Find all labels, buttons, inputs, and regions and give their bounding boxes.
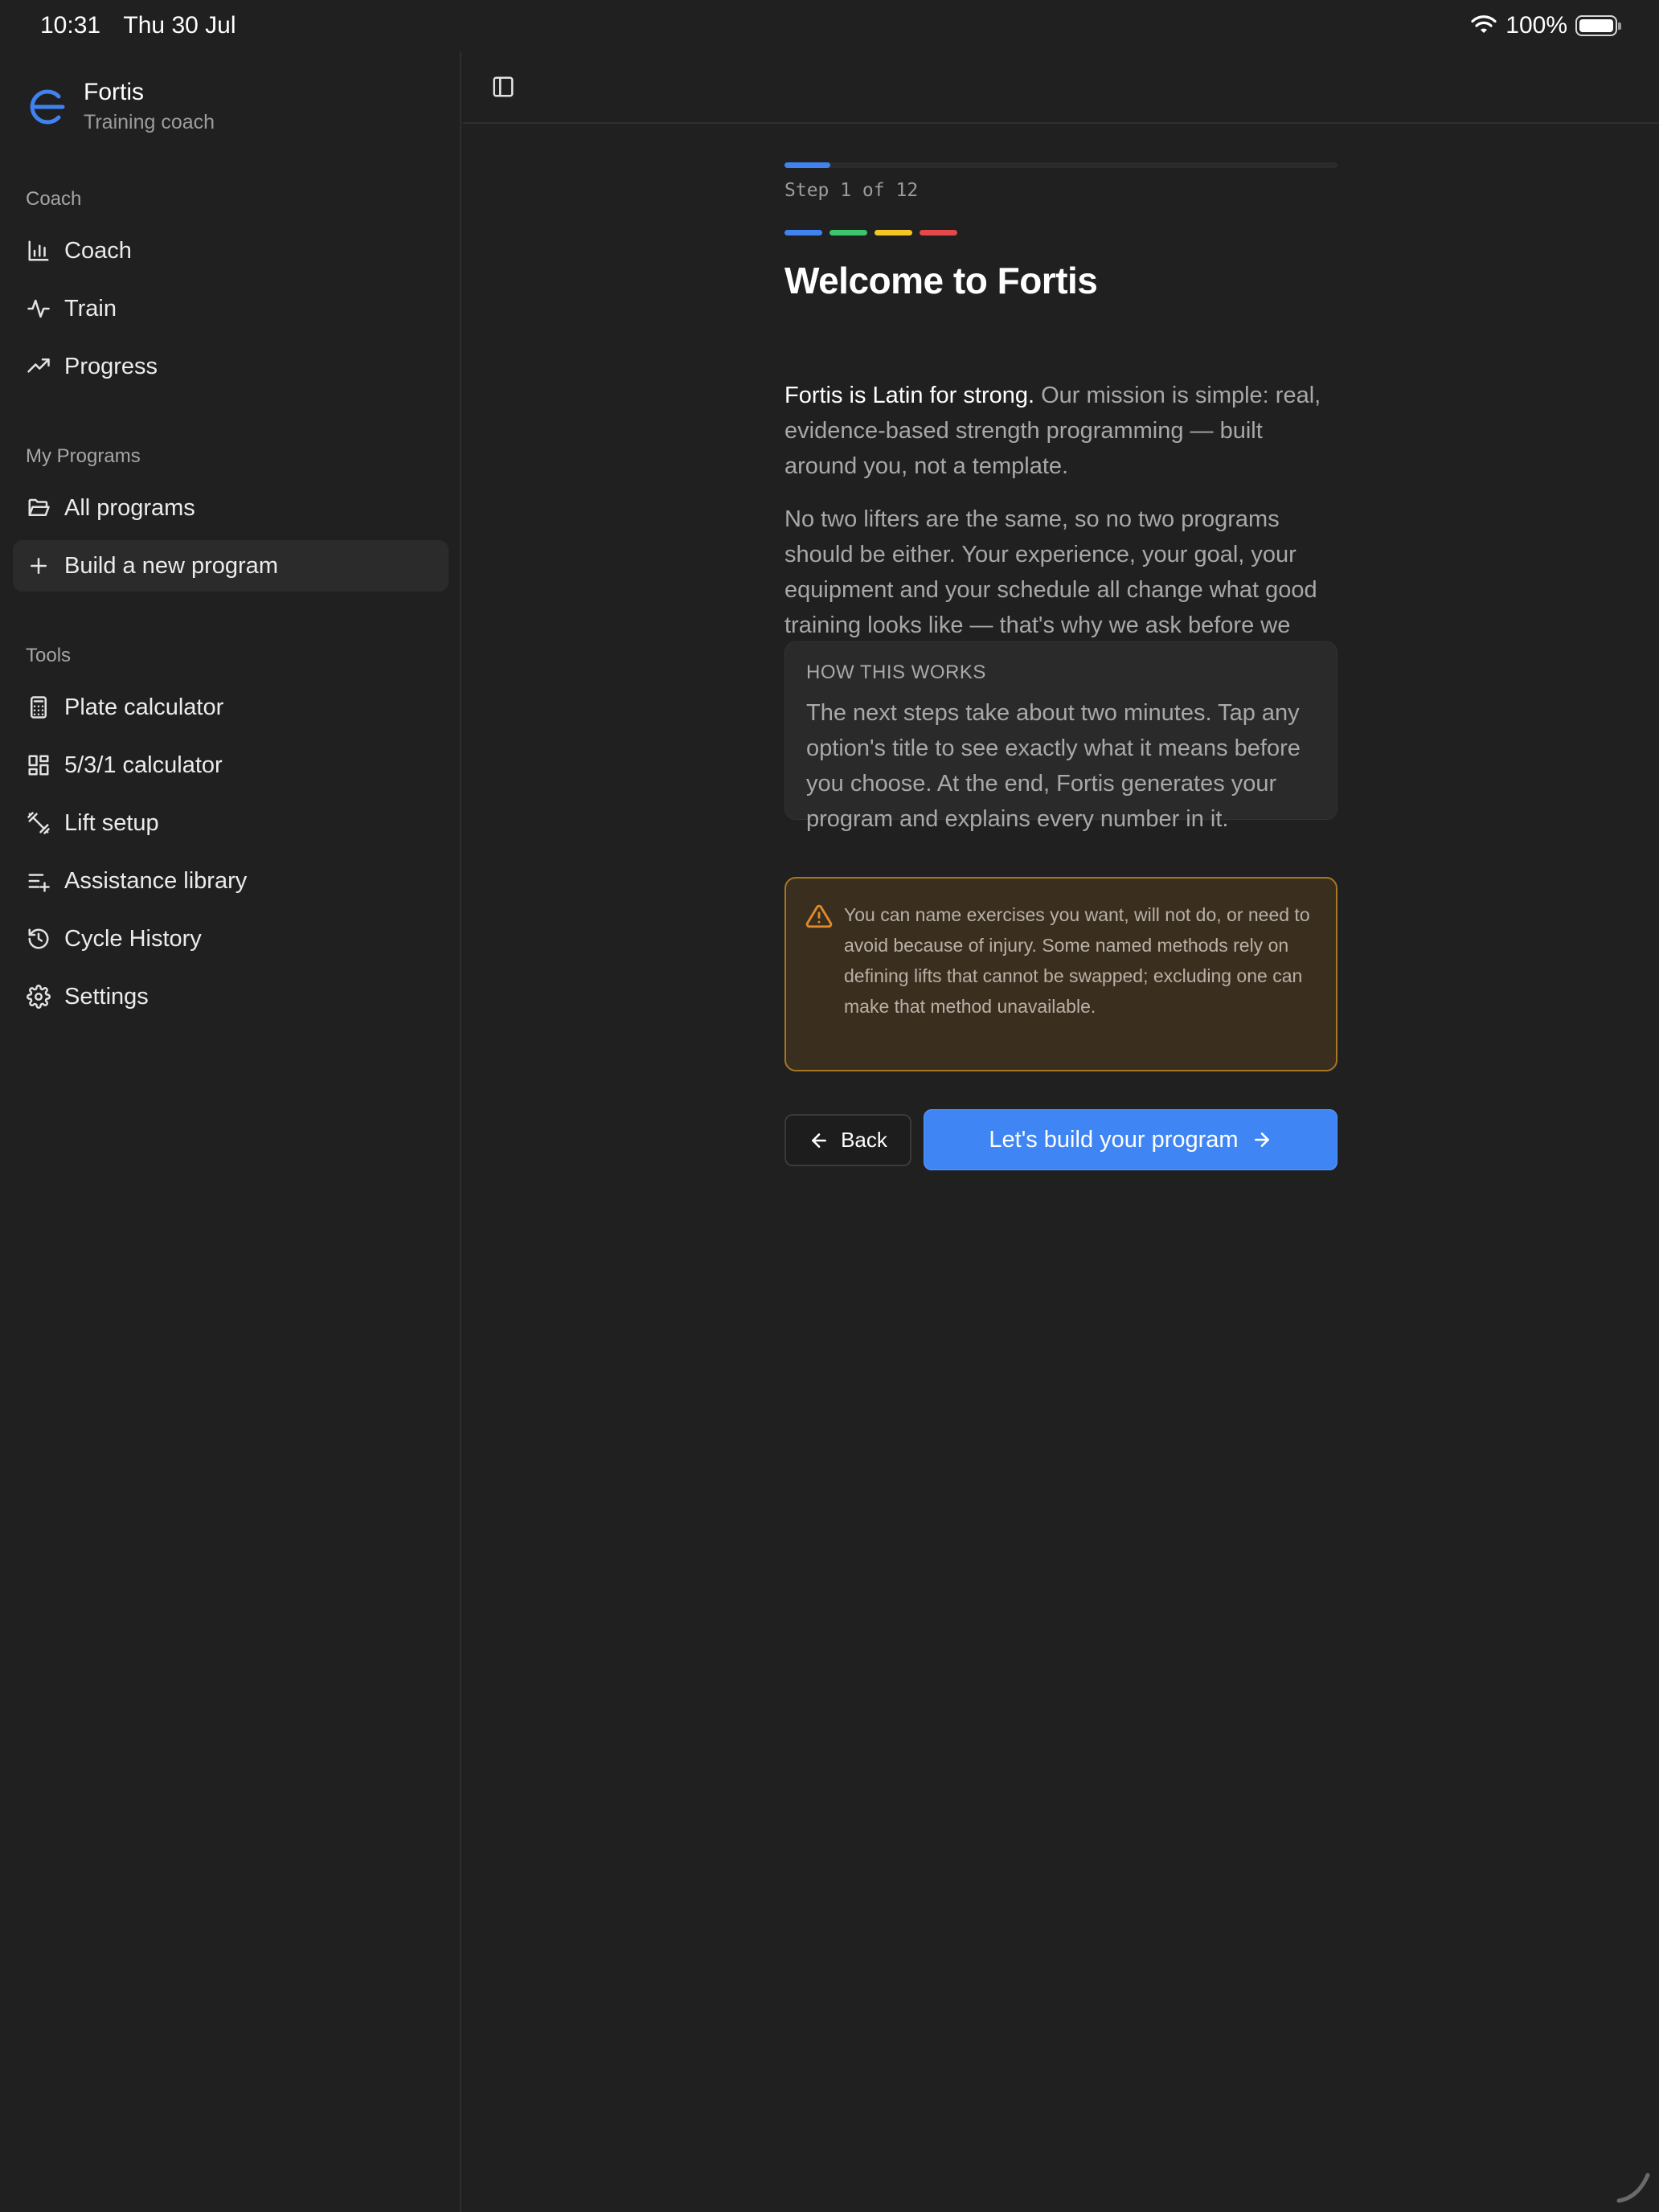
calculator-icon [26, 694, 51, 720]
wifi-icon [1471, 15, 1497, 33]
dashboard-icon [26, 752, 51, 778]
color-dots [784, 230, 957, 236]
intro-strong: Fortis is Latin for strong. [784, 383, 1035, 408]
color-dot [875, 230, 912, 236]
sidebar-item-label: Plate calculator [64, 694, 224, 720]
brand-subtitle: Training coach [84, 111, 215, 133]
arrow-left-icon [812, 1133, 826, 1148]
warning-text: You can name exercises you want, will no… [844, 904, 1310, 1017]
section-label-my-programs: My Programs [26, 445, 141, 467]
sidebar-item-assistance-library[interactable]: Assistance library [13, 855, 449, 907]
folder-open-icon [26, 495, 51, 521]
sidebar: Fortis Training coach Coach Coach Train … [0, 51, 461, 2212]
intro-paragraph: Fortis is Latin for strong. Our mission … [784, 378, 1337, 484]
sidebar-item-label: All programs [64, 494, 195, 521]
loading-arc-icon [1616, 2173, 1650, 2203]
sidebar-item-label: Coach [64, 237, 132, 264]
sidebar-item-label: 5/3/1 calculator [64, 752, 223, 778]
sidebar-item-label: Cycle History [64, 925, 202, 952]
fortis-logo-icon [30, 89, 65, 124]
trending-up-icon [26, 354, 51, 379]
battery-icon [1575, 15, 1621, 36]
sidebar-toggle-button[interactable] [485, 69, 521, 104]
back-button[interactable]: Back [784, 1114, 911, 1166]
brand[interactable]: Fortis Training coach [26, 79, 215, 134]
sidebar-item-label: Train [64, 295, 117, 322]
exercise-warning-box: You can name exercises you want, will no… [784, 877, 1337, 1071]
color-dot [784, 230, 822, 236]
color-dot [920, 230, 957, 236]
step-progress-fill [784, 162, 831, 168]
back-button-label: Back [841, 1128, 887, 1152]
color-dot [830, 230, 867, 236]
page-title: Welcome to Fortis [784, 260, 1098, 301]
section-label-tools: Tools [26, 645, 72, 666]
step-progress-bar [784, 162, 1337, 168]
brand-name: Fortis [84, 79, 144, 105]
how-this-works-box: HOW THIS WORKS The next steps take about… [784, 641, 1337, 832]
sidebar-item-label: Progress [64, 353, 158, 379]
sidebar-toggle-icon [493, 76, 514, 97]
arrow-right-icon [1254, 1133, 1269, 1147]
status-bar: 10:31 Thu 30 Jul 100% [0, 0, 1659, 51]
list-plus-icon [26, 868, 51, 894]
sidebar-item-531-calculator[interactable]: 5/3/1 calculator [13, 739, 449, 791]
top-bar [463, 51, 1659, 124]
sidebar-item-cycle-history[interactable]: Cycle History [13, 913, 449, 965]
sidebar-item-progress[interactable]: Progress [13, 341, 449, 392]
dumbbell-icon [26, 810, 51, 836]
sidebar-item-coach[interactable]: Coach [13, 225, 449, 276]
how-this-works-body: The next steps take about two minutes. T… [806, 700, 1301, 832]
main-panel: Step 1 of 12 Welcome to Fortis Fortis is… [463, 51, 1659, 2212]
sidebar-item-label: Assistance library [64, 867, 248, 894]
sidebar-item-plate-calculator[interactable]: Plate calculator [13, 682, 449, 733]
sidebar-item-label: Build a new program [64, 552, 278, 579]
build-program-label: Let's build your program [989, 1126, 1239, 1153]
status-date: Thu 30 Jul [123, 12, 236, 39]
activity-icon [26, 296, 51, 322]
step-indicator: Step 1 of 12 [784, 180, 919, 201]
sidebar-item-train[interactable]: Train [13, 283, 449, 334]
sidebar-item-lift-setup[interactable]: Lift setup [13, 797, 449, 849]
warning-icon [805, 904, 833, 928]
sidebar-item-settings[interactable]: Settings [13, 971, 449, 1022]
how-this-works-label: HOW THIS WORKS [806, 662, 986, 683]
sidebar-item-all-programs[interactable]: All programs [13, 482, 449, 534]
sidebar-item-build-new-program[interactable]: Build a new program [13, 540, 449, 592]
bar-chart-icon [26, 238, 51, 264]
plus-icon [26, 553, 51, 579]
sidebar-item-label: Settings [64, 983, 149, 1010]
battery-percent: 100% [1505, 12, 1567, 39]
section-label-coach: Coach [26, 188, 82, 210]
status-time: 10:31 [40, 12, 101, 39]
history-icon [26, 926, 51, 952]
gear-icon [26, 984, 51, 1010]
build-program-button[interactable]: Let's build your program [924, 1109, 1337, 1170]
sidebar-item-label: Lift setup [64, 809, 159, 836]
